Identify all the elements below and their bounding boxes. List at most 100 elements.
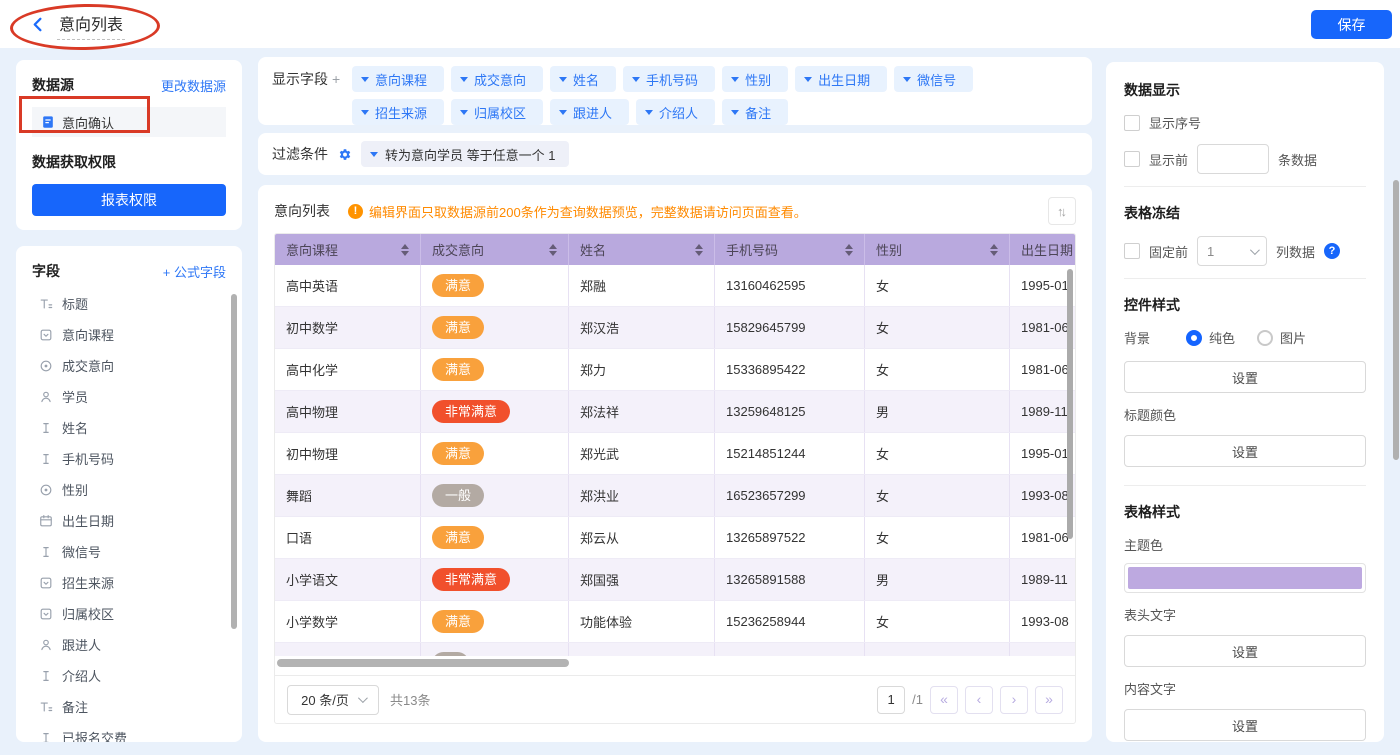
prev-page-button[interactable]: ‹ xyxy=(965,686,993,714)
datasource-panel: 数据源 更改数据源 意向确认 数据获取权限 报表权限 xyxy=(16,60,242,230)
save-button[interactable]: 保存 xyxy=(1311,10,1392,39)
background-set-button[interactable]: 设置 xyxy=(1124,361,1366,393)
field-item[interactable]: 出生日期 xyxy=(32,505,226,536)
filter-condition-tag[interactable]: 转为意向学员 等于任意一个 1 xyxy=(361,141,569,167)
field-item[interactable]: 标题 xyxy=(32,288,226,319)
display-field-tag[interactable]: 姓名 xyxy=(550,66,616,92)
datasource-item-label: 意向确认 xyxy=(62,113,114,132)
table-row[interactable]: 舞蹈一般郑洪业16523657299女1993-08 xyxy=(275,475,1075,517)
add-formula-field-link[interactable]: + 公式字段 xyxy=(163,262,226,281)
table-cell-intent: 满意 xyxy=(421,433,569,474)
column-header[interactable]: 意向课程 xyxy=(275,234,421,265)
sort-carets-icon[interactable] xyxy=(982,244,998,256)
cell-text: 1981-06 xyxy=(1021,320,1069,335)
field-item[interactable]: 微信号 xyxy=(32,536,226,567)
title-color-set-button[interactable]: 设置 xyxy=(1124,435,1366,467)
field-item[interactable]: 招生来源 xyxy=(32,567,226,598)
page-size-select[interactable]: 20 条/页 xyxy=(287,685,379,715)
page-title[interactable]: 意向列表 xyxy=(57,9,125,40)
table-row[interactable]: 小学语文非常满意郑国强13265891588男1989-11 xyxy=(275,559,1075,601)
field-item[interactable]: 备注 xyxy=(32,691,226,722)
cell-text: 1989-11 xyxy=(1021,404,1068,419)
last-page-button[interactable]: » xyxy=(1035,686,1063,714)
page-scrollbar[interactable] xyxy=(1393,180,1399,460)
table-row[interactable]: 初中物理满意郑光武15214851244女1995-01 xyxy=(275,433,1075,475)
table-hscrollbar[interactable] xyxy=(277,659,569,667)
display-field-tag[interactable]: 性别 xyxy=(722,66,788,92)
show-first-checkbox[interactable] xyxy=(1124,151,1140,167)
display-field-tag[interactable]: 跟进人 xyxy=(550,99,629,125)
content-text-set-button[interactable]: 设置 xyxy=(1124,709,1366,741)
field-item[interactable]: 学员 xyxy=(32,381,226,412)
display-field-tag[interactable]: 归属校区 xyxy=(451,99,543,125)
warning-text: 编辑界面只取数据源前200条作为查询数据预览，完整数据请访问页面查看。 xyxy=(369,202,807,221)
column-header[interactable]: 手机号码 xyxy=(715,234,865,265)
sort-carets-icon[interactable] xyxy=(837,244,853,256)
sort-carets-icon[interactable] xyxy=(541,244,557,256)
radio-field-icon xyxy=(39,483,53,497)
back-icon[interactable] xyxy=(30,16,47,33)
intent-status-badge: 满意 xyxy=(432,316,484,339)
column-header[interactable]: 姓名 xyxy=(569,234,715,265)
field-item[interactable]: 归属校区 xyxy=(32,598,226,629)
freeze-count-select[interactable]: 1 xyxy=(1197,236,1267,266)
field-item[interactable]: 成交意向 xyxy=(32,350,226,381)
field-item[interactable]: 手机号码 xyxy=(32,443,226,474)
display-field-tag[interactable]: 招生来源 xyxy=(352,99,444,125)
first-page-button[interactable]: « xyxy=(930,686,958,714)
column-header[interactable]: 性别 xyxy=(865,234,1010,265)
display-field-tag[interactable]: 出生日期 xyxy=(795,66,887,92)
filter-condition-label: 转为意向学员 等于任意一个 1 xyxy=(385,145,555,164)
column-header[interactable]: 成交意向 xyxy=(421,234,569,265)
cell-text: 女 xyxy=(876,528,889,547)
gear-icon[interactable] xyxy=(337,147,352,162)
column-header-label: 成交意向 xyxy=(432,240,484,259)
table-row[interactable]: 口语满意郑云从13265897522女1981-06 xyxy=(275,517,1075,559)
sort-order-button[interactable]: ↑↓ xyxy=(1048,197,1076,225)
table-cell-phone: 13265891588 xyxy=(715,559,865,600)
field-item[interactable]: 介绍人 xyxy=(32,660,226,691)
cell-text: 舞蹈 xyxy=(286,486,312,505)
help-icon[interactable]: ? xyxy=(1324,243,1340,259)
field-item[interactable]: 意向课程 xyxy=(32,319,226,350)
table-row[interactable]: 高中物理非常满意郑法祥13259648125男1989-11 xyxy=(275,391,1075,433)
divider xyxy=(1124,186,1366,187)
display-field-tag[interactable]: 意向课程 xyxy=(352,66,444,92)
field-item[interactable]: 姓名 xyxy=(32,412,226,443)
display-field-tag[interactable]: 介绍人 xyxy=(636,99,715,125)
field-item[interactable]: 已报名交费 xyxy=(32,722,226,742)
report-permission-button[interactable]: 报表权限 xyxy=(32,184,226,216)
sort-carets-icon[interactable] xyxy=(687,244,703,256)
filter-panel: 过滤条件 转为意向学员 等于任意一个 1 xyxy=(258,133,1092,175)
table-row[interactable]: 高中化学满意郑力15336895422女1981-06 xyxy=(275,349,1075,391)
show-index-checkbox[interactable] xyxy=(1124,115,1140,131)
datasource-item[interactable]: 意向确认 xyxy=(32,107,226,137)
display-field-tag[interactable]: 手机号码 xyxy=(623,66,715,92)
fields-scrollbar[interactable] xyxy=(231,294,237,629)
column-header[interactable]: 出生日期 xyxy=(1010,234,1076,265)
add-display-field-button[interactable]: + xyxy=(332,71,340,87)
field-item[interactable]: 性别 xyxy=(32,474,226,505)
freeze-columns-checkbox[interactable] xyxy=(1124,243,1140,259)
table-row[interactable]: 高中英语满意郑融13160462595女1995-01 xyxy=(275,265,1075,307)
row-limit-input[interactable] xyxy=(1197,144,1269,174)
display-field-tag[interactable]: 备注 xyxy=(722,99,788,125)
table-row[interactable]: 初中数学满意郑汉浩15829645799女1981-06 xyxy=(275,307,1075,349)
field-item-label: 标题 xyxy=(62,294,88,313)
header-text-set-button[interactable]: 设置 xyxy=(1124,635,1366,667)
display-field-tags: 意向课程成交意向姓名手机号码性别出生日期微信号招生来源归属校区跟进人介绍人备注 xyxy=(352,66,1012,116)
next-page-button[interactable]: › xyxy=(1000,686,1028,714)
display-field-tag[interactable]: 微信号 xyxy=(894,66,973,92)
theme-color-swatch[interactable] xyxy=(1124,563,1366,593)
tag-label: 归属校区 xyxy=(474,103,526,122)
solid-color-radio[interactable] xyxy=(1186,330,1202,346)
current-page-box[interactable]: 1 xyxy=(877,686,905,714)
sort-carets-icon[interactable] xyxy=(393,244,409,256)
image-radio[interactable] xyxy=(1257,330,1273,346)
table-row[interactable]: 小学数学满意功能体验15236258944女1993-08 xyxy=(275,601,1075,643)
change-datasource-link[interactable]: 更改数据源 xyxy=(161,76,226,95)
field-item[interactable]: 跟进人 xyxy=(32,629,226,660)
table-row-partial xyxy=(275,643,1075,656)
display-field-tag[interactable]: 成交意向 xyxy=(451,66,543,92)
table-vscrollbar[interactable] xyxy=(1067,269,1073,539)
